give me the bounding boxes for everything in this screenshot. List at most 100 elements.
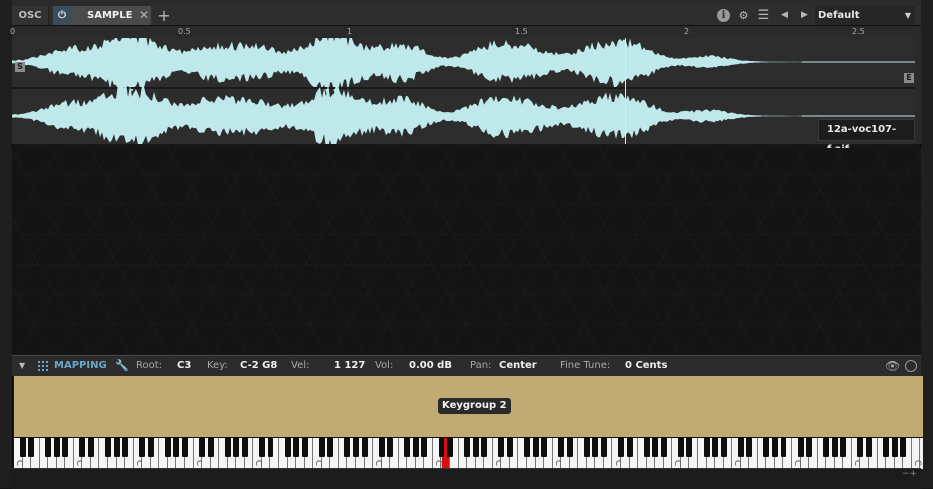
piano-black-key[interactable]	[258, 438, 265, 457]
piano-keyboard[interactable]: CCCCCCCCCCCCCCCC	[14, 437, 923, 469]
tab-osc[interactable]: OSC	[12, 6, 49, 25]
add-tab-icon[interactable]: +	[156, 6, 172, 25]
info-icon[interactable]: i	[717, 9, 730, 22]
piano-black-key[interactable]	[344, 438, 351, 457]
piano-black-key[interactable]	[652, 438, 659, 457]
preset-dropdown[interactable]: Default ▼	[815, 6, 915, 25]
piano-black-key[interactable]	[866, 438, 872, 457]
piano-black-key[interactable]	[643, 438, 650, 457]
piano-black-key[interactable]	[472, 438, 479, 457]
piano-black-key[interactable]	[421, 438, 428, 457]
piano-black-key[interactable]	[677, 438, 684, 457]
piano-black-key[interactable]	[19, 438, 26, 457]
palette-icon[interactable]	[905, 360, 917, 372]
piano-black-key[interactable]	[797, 438, 804, 457]
piano-black-key[interactable]	[284, 438, 291, 457]
piano-black-key[interactable]	[703, 438, 710, 457]
piano-black-key[interactable]	[660, 438, 667, 457]
root-value[interactable]: C3	[177, 356, 191, 376]
menu-icon[interactable]: ☰	[757, 9, 770, 22]
piano-black-key[interactable]	[763, 438, 770, 457]
keygroup-zone[interactable]: Keygroup 2	[14, 376, 923, 437]
wrench-icon[interactable]: 🔧	[115, 356, 129, 376]
playhead[interactable]	[625, 38, 626, 144]
start-marker[interactable]: S	[15, 62, 25, 72]
zoom-icon[interactable]: −+	[902, 469, 917, 479]
piano-black-key[interactable]	[87, 438, 94, 457]
piano-black-key[interactable]	[113, 438, 120, 457]
waveform-display[interactable]: S E 12a-voc107-f.aif	[12, 38, 921, 155]
piano-black-key[interactable]	[592, 438, 599, 457]
piano-black-key[interactable]	[122, 438, 129, 457]
piano-black-key[interactable]	[806, 438, 813, 457]
piano-black-key[interactable]	[780, 438, 787, 457]
collapse-icon[interactable]: ▼	[19, 356, 25, 376]
piano-black-key[interactable]	[318, 438, 325, 457]
piano-black-key[interactable]	[831, 438, 838, 457]
piano-black-key[interactable]	[412, 438, 419, 457]
vol-value[interactable]: 0.00 dB	[409, 356, 452, 376]
piano-black-key[interactable]	[293, 438, 300, 457]
piano-black-key[interactable]	[883, 438, 890, 457]
eye-icon[interactable]: 👁	[885, 356, 900, 376]
piano-black-key[interactable]	[164, 438, 171, 457]
piano-black-key[interactable]	[62, 438, 69, 457]
piano-black-key[interactable]	[583, 438, 590, 457]
previous-preset-icon[interactable]: ◀	[778, 9, 791, 22]
piano-black-key[interactable]	[182, 438, 188, 457]
piano-black-key[interactable]	[464, 438, 471, 457]
piano-black-key[interactable]	[199, 438, 206, 457]
finetune-value[interactable]: 0 Cents	[625, 356, 667, 376]
piano-black-key[interactable]	[327, 438, 334, 457]
next-preset-icon[interactable]: ▶	[798, 9, 811, 22]
piano-black-key[interactable]	[139, 438, 146, 457]
piano-black-key[interactable]	[600, 438, 607, 457]
piano-black-key[interactable]	[532, 438, 539, 457]
piano-black-key[interactable]	[438, 438, 445, 457]
piano-black-key[interactable]	[387, 438, 394, 457]
piano-black-key[interactable]	[712, 438, 719, 457]
piano-black-key[interactable]	[840, 438, 847, 457]
piano-black-key[interactable]	[737, 438, 744, 457]
piano-black-key[interactable]	[147, 438, 154, 457]
piano-black-key[interactable]	[498, 438, 505, 457]
piano-black-key[interactable]	[771, 438, 778, 457]
end-marker[interactable]: E	[904, 73, 914, 83]
piano-black-key[interactable]	[823, 438, 830, 457]
piano-black-key[interactable]	[79, 438, 86, 457]
piano-black-key[interactable]	[267, 438, 274, 457]
gears-icon[interactable]: ⚙	[737, 9, 750, 22]
close-tab-icon[interactable]: ✕	[139, 6, 151, 25]
piano-black-key[interactable]	[241, 438, 248, 457]
piano-black-key[interactable]	[618, 438, 625, 457]
piano-black-key[interactable]	[506, 438, 513, 457]
piano-black-key[interactable]	[173, 438, 180, 457]
piano-black-key[interactable]	[45, 438, 52, 457]
piano-black-key[interactable]	[378, 438, 385, 457]
piano-black-key[interactable]	[301, 438, 308, 457]
piano-black-key[interactable]	[524, 438, 530, 457]
piano-black-key[interactable]	[53, 438, 60, 457]
piano-black-key[interactable]	[105, 438, 112, 457]
pan-value[interactable]: Center	[499, 356, 537, 376]
grid-icon[interactable]	[38, 361, 48, 371]
power-icon[interactable]: ⏻	[53, 6, 71, 25]
piano-black-key[interactable]	[891, 438, 898, 457]
piano-black-key[interactable]	[233, 438, 240, 457]
piano-black-key[interactable]	[361, 438, 368, 457]
mapping-title[interactable]: MAPPING	[54, 356, 107, 376]
piano-black-key[interactable]	[224, 438, 231, 457]
vel-value[interactable]: 1 127	[334, 356, 365, 376]
piano-black-key[interactable]	[626, 438, 633, 457]
piano-black-key[interactable]	[900, 438, 907, 457]
piano-black-key[interactable]	[686, 438, 693, 457]
piano-black-key[interactable]	[481, 438, 488, 457]
piano-black-key[interactable]	[857, 438, 864, 457]
piano-black-key[interactable]	[28, 438, 35, 457]
piano-black-key[interactable]	[207, 438, 214, 457]
piano-black-key[interactable]	[566, 438, 573, 457]
piano-black-key[interactable]	[558, 438, 565, 457]
piano-black-key[interactable]	[447, 438, 454, 457]
piano-black-key[interactable]	[720, 438, 727, 457]
piano-black-key[interactable]	[353, 438, 359, 457]
